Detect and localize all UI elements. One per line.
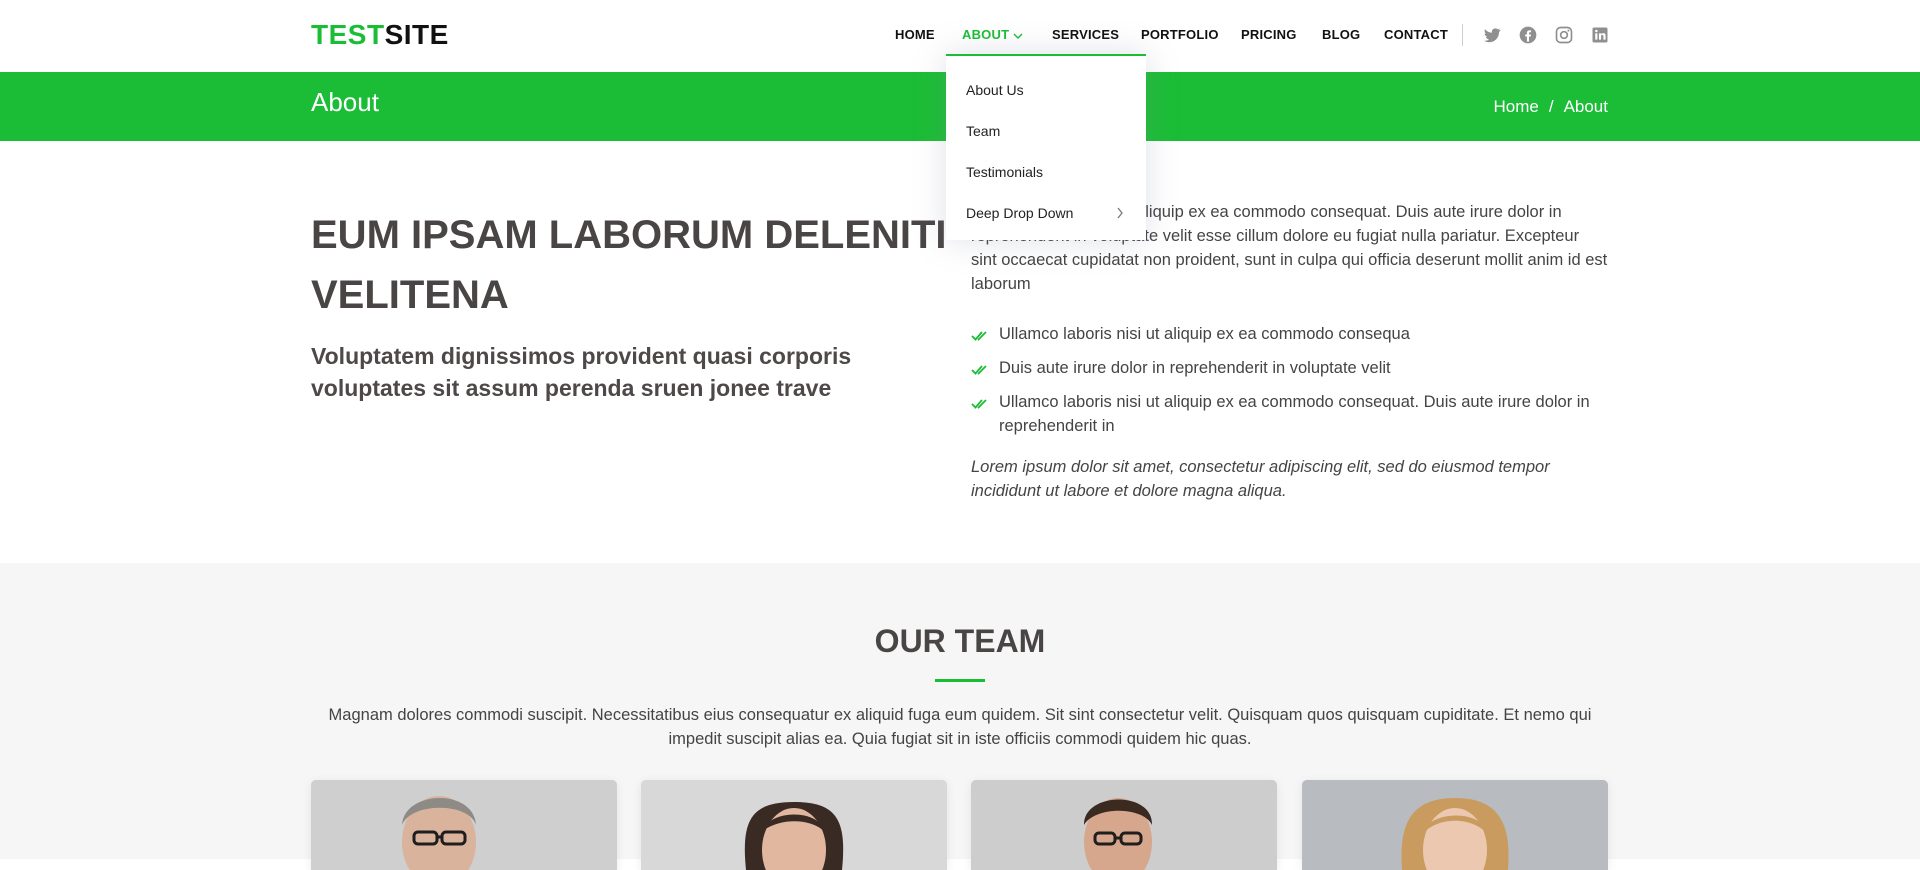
team-member-card-1[interactable] — [311, 780, 617, 870]
nav-portfolio[interactable]: PORTFOLIO — [1141, 26, 1219, 44]
list-item: Ullamco laboris nisi ut aliquip ex ea co… — [971, 322, 1611, 346]
breadcrumb-separator: / — [1548, 97, 1554, 116]
breadcrumb-current: About — [1563, 97, 1608, 116]
nav-about[interactable]: ABOUT — [962, 26, 1023, 45]
double-check-icon — [971, 394, 989, 418]
team-title-underline — [935, 679, 985, 682]
about-subheading: Voluptatem dignissimos provident quasi c… — [311, 343, 852, 401]
nav-contact[interactable]: CONTACT — [1384, 26, 1448, 44]
nav-pricing[interactable]: PRICING — [1241, 26, 1297, 44]
about-heading: EUM IPSAM LABORUM DELENITI VELITENA — [311, 213, 947, 317]
chevron-down-icon — [1013, 27, 1023, 45]
instagram-icon[interactable] — [1554, 25, 1574, 45]
about-dropdown-menu: About Us Team Testimonials Deep Drop Dow… — [946, 54, 1146, 240]
nav-blog[interactable]: BLOG — [1322, 26, 1360, 44]
nav-divider — [1462, 24, 1463, 46]
dropdown-item-testimonials[interactable]: Testimonials — [966, 163, 1043, 181]
member-photo-1 — [311, 780, 617, 870]
team-member-card-2[interactable] — [641, 780, 947, 870]
logo-part-1: TEST — [311, 19, 385, 50]
nav-services[interactable]: SERVICES — [1052, 26, 1119, 44]
about-italic-note: Lorem ipsum dolor sit amet, consectetur … — [971, 458, 1550, 500]
page-title: About — [311, 87, 379, 117]
team-title: OUR TEAM — [874, 623, 1046, 659]
team-section: OUR TEAM Magnam dolores commodi suscipit… — [0, 563, 1920, 870]
logo-part-2: SITE — [384, 19, 449, 50]
linkedin-icon[interactable] — [1590, 25, 1610, 45]
breadcrumb: Home / About — [1493, 96, 1608, 118]
double-check-icon — [971, 326, 989, 350]
chevron-right-icon — [1116, 206, 1124, 224]
nav-home[interactable]: HOME — [895, 26, 935, 44]
double-check-icon — [971, 360, 989, 384]
list-item-text: Ullamco laboris nisi ut aliquip ex ea co… — [999, 393, 1590, 435]
member-photo-4 — [1302, 780, 1608, 870]
dropdown-item-team[interactable]: Team — [966, 122, 1000, 140]
about-feature-list: Ullamco laboris nisi ut aliquip ex ea co… — [971, 322, 1611, 448]
list-item: Duis aute irure dolor in reprehenderit i… — [971, 356, 1611, 380]
facebook-icon[interactable] — [1518, 25, 1538, 45]
member-photo-3 — [971, 780, 1277, 870]
list-item-text: Ullamco laboris nisi ut aliquip ex ea co… — [999, 325, 1410, 343]
member-photo-2 — [641, 780, 947, 870]
list-item: Ullamco laboris nisi ut aliquip ex ea co… — [971, 390, 1611, 438]
nav-about-label: ABOUT — [962, 27, 1010, 42]
site-logo[interactable]: TESTSITE — [311, 18, 449, 52]
dropdown-item-deep-drop-down[interactable]: Deep Drop Down — [966, 204, 1073, 222]
team-member-card-4[interactable] — [1302, 780, 1608, 870]
list-item-text: Duis aute irure dolor in reprehenderit i… — [999, 359, 1391, 377]
team-member-card-3[interactable] — [971, 780, 1277, 870]
twitter-icon[interactable] — [1482, 25, 1502, 45]
dropdown-item-about-us[interactable]: About Us — [966, 81, 1024, 99]
team-description: Magnam dolores commodi suscipit. Necessi… — [328, 706, 1592, 748]
breadcrumb-home-link[interactable]: Home — [1493, 97, 1538, 116]
